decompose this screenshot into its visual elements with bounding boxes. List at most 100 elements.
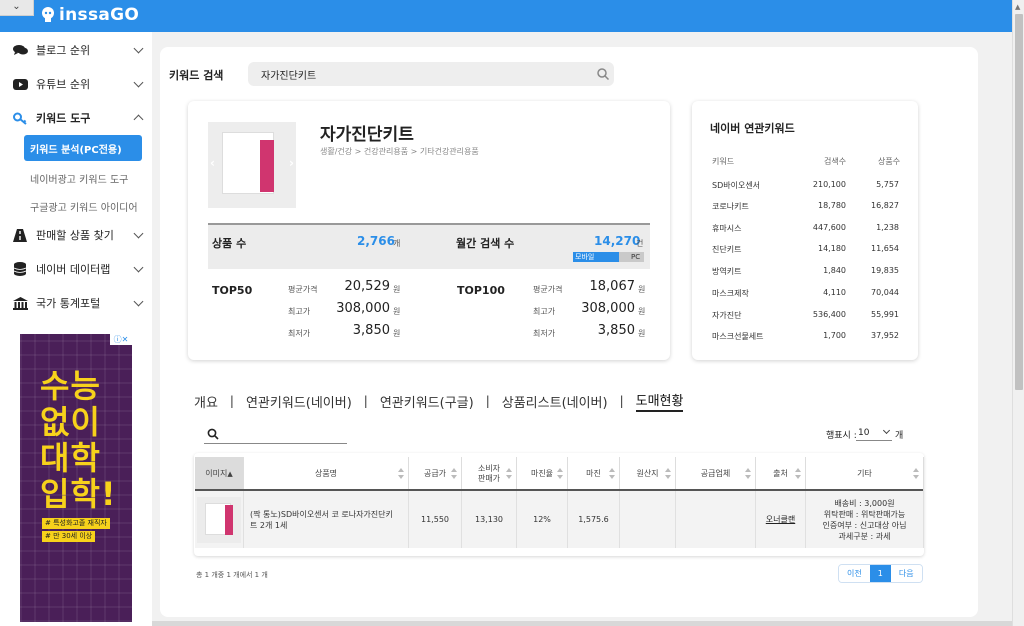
sidebar-item-youtube-rank[interactable]: 유튜브 순위 — [0, 72, 152, 96]
pagination-prev-button[interactable]: 이전 — [839, 565, 870, 582]
related-keyword[interactable]: 마스크선물세트 — [712, 331, 764, 342]
ad-info-close-icon[interactable]: ⓘ✕ — [110, 334, 132, 345]
sort-icon[interactable] — [913, 468, 919, 480]
related-product-count: 16,827 — [871, 201, 899, 210]
header-margin-rate[interactable]: 마진율 — [517, 457, 568, 491]
sidebar-item-keyword-tools[interactable]: 키워드 도구 — [0, 106, 152, 130]
related-header-product-count: 상품수 — [878, 157, 901, 166]
header-supply-price[interactable]: 공급가 — [409, 457, 462, 491]
header-supplier[interactable]: 공급업체 — [676, 457, 756, 491]
sidebar-subitem-google-ad-ideas[interactable]: 구글광고 키워드 아이디어 — [30, 199, 138, 214]
scroll-up-icon[interactable]: ▲ — [1015, 3, 1020, 11]
chevron-right-icon[interactable]: › — [289, 156, 294, 170]
tab-related-google[interactable]: 연관키워드(구글) — [380, 392, 474, 411]
table-search-input[interactable] — [204, 425, 347, 444]
product-title: 자가진단키트 — [320, 125, 414, 145]
sidebar-item-find-products[interactable]: 판매할 상품 찾기 — [0, 223, 152, 247]
top100-label: TOP100 — [457, 284, 505, 297]
stat-row: 상품 수 2,766 개 월간 검색 수 14,270 건 모바일 PC — [208, 223, 650, 269]
monthly-search-value: 14,270 — [594, 234, 641, 248]
sort-icon[interactable] — [745, 468, 751, 480]
header-product-name[interactable]: 상품명 — [244, 457, 409, 491]
related-search-count: 1,700 — [823, 331, 846, 340]
sort-icon[interactable] — [795, 468, 801, 480]
product-image[interactable]: ‹ › — [208, 122, 296, 208]
sidebar-item-blog-rank[interactable]: 블로그 순위 — [0, 38, 152, 62]
top100-min-price: 3,850 — [597, 323, 635, 338]
related-keyword[interactable]: 코로나키트 — [712, 201, 749, 212]
road-icon — [12, 228, 28, 242]
cell-retail-price: 13,130 — [462, 491, 517, 548]
search-icon[interactable] — [596, 67, 610, 81]
product-thumbnail[interactable] — [197, 496, 241, 543]
sort-icon[interactable] — [506, 468, 512, 480]
keyword-search-input[interactable] — [248, 62, 614, 86]
header-label: 마진율 — [530, 469, 554, 478]
sidebar-subitem-keyword-analysis[interactable]: 키워드 분석(PC전용) — [24, 135, 142, 161]
ad-banner[interactable]: ⓘ✕ 수능 없이 대학 입학! # 특성화고졸 재직자 # 만 30세 이상 — [20, 334, 132, 622]
tab-bar: 개요 | 연관키워드(네이버) | 연관키워드(구글) | 상품리스트(네이버)… — [194, 390, 684, 412]
sidebar-item-naver-datalab[interactable]: 네이버 데이터랩 — [0, 257, 152, 281]
sort-icon[interactable] — [665, 468, 671, 480]
related-keyword[interactable]: 자가진단 — [712, 310, 741, 321]
tab-product-list[interactable]: 상품리스트(네이버) — [502, 392, 608, 411]
avg-price-label: 평균가격 — [288, 285, 318, 294]
sort-icon[interactable] — [557, 468, 563, 480]
scrollbar-thumb[interactable] — [1015, 14, 1023, 390]
pagination: 이전 1 다음 — [838, 564, 923, 583]
header-margin[interactable]: 마진 — [568, 457, 620, 491]
header-label: 공급가 — [423, 469, 447, 478]
ad-headline-line: 대학 — [40, 439, 101, 477]
price-unit: 원 — [638, 329, 646, 338]
header-source[interactable]: 출처 — [756, 457, 806, 491]
related-keyword[interactable]: SD바이오센서 — [712, 180, 760, 191]
pc-share-bar: PC — [619, 252, 644, 262]
collapse-toggle[interactable]: ⌄ — [0, 0, 34, 16]
cell-text[interactable]: (짝 통노)SD바이오센서 코 로나자가진단키 트 2개 1세 — [250, 509, 400, 531]
related-keyword[interactable]: 방역키트 — [712, 266, 741, 277]
top100-max-price: 308,000 — [581, 301, 635, 316]
cell-supply-price: 11,550 — [409, 491, 462, 548]
sort-icon[interactable] — [609, 468, 615, 480]
cell-margin-rate: 12% — [517, 491, 568, 548]
chevron-left-icon[interactable]: ‹ — [210, 156, 215, 170]
chevron-down-icon — [133, 262, 144, 273]
product-count-unit: 개 — [393, 239, 401, 248]
tab-separator: | — [485, 394, 490, 408]
related-search-count: 18,780 — [818, 201, 846, 210]
top50-max-price: 308,000 — [336, 301, 390, 316]
related-keyword[interactable]: 진단키트 — [712, 244, 741, 255]
pagination-next-button[interactable]: 다음 — [890, 565, 922, 582]
related-keyword[interactable]: 마스크제작 — [712, 288, 749, 299]
tab-related-naver[interactable]: 연관키워드(네이버) — [246, 392, 352, 411]
avg-price-label: 평균가격 — [533, 285, 563, 294]
keyword-search-label: 키워드 검색 — [169, 69, 224, 82]
thumbnail-stripe — [225, 504, 233, 535]
source-link[interactable]: 오너클랜 — [766, 514, 795, 525]
header-etc[interactable]: 기타 — [806, 457, 924, 491]
min-price-label: 최저가 — [288, 329, 311, 338]
sort-icon[interactable] — [451, 468, 457, 480]
header-origin[interactable]: 원산지 — [620, 457, 676, 491]
cell-text: 1,575.6 — [578, 515, 609, 524]
related-search-count: 14,180 — [818, 244, 846, 253]
vertical-scrollbar[interactable]: ▲ — [1012, 0, 1024, 626]
sidebar-item-national-statistics[interactable]: 국가 통계포털 — [0, 291, 152, 315]
tab-wholesale[interactable]: 도매현황 — [635, 390, 684, 412]
related-keywords-title: 네이버 연관키워드 — [710, 122, 795, 135]
header-label: 이미지 — [205, 469, 228, 478]
header-retail-price[interactable]: 소비자 판매가 — [462, 457, 517, 491]
logo[interactable]: inssaGO — [40, 4, 139, 26]
top50-label: TOP50 — [212, 284, 253, 297]
related-keyword[interactable]: 휴마시스 — [712, 223, 741, 234]
tab-overview[interactable]: 개요 — [194, 392, 218, 411]
chat-bubbles-icon — [12, 43, 28, 57]
cell-margin: 1,575.6 — [568, 491, 620, 548]
sort-icon[interactable] — [398, 468, 404, 480]
rows-per-page-select[interactable]: 10 — [856, 425, 892, 441]
header-image[interactable]: 이미지 ▲ — [195, 457, 244, 491]
sidebar-subitem-naver-ad-tool[interactable]: 네이버광고 키워드 도구 — [30, 171, 128, 186]
cell-source: 오너클랜 — [756, 491, 806, 548]
pagination-page-button[interactable]: 1 — [869, 565, 891, 582]
ad-tag: # 특성화고졸 재직자 — [42, 518, 110, 529]
